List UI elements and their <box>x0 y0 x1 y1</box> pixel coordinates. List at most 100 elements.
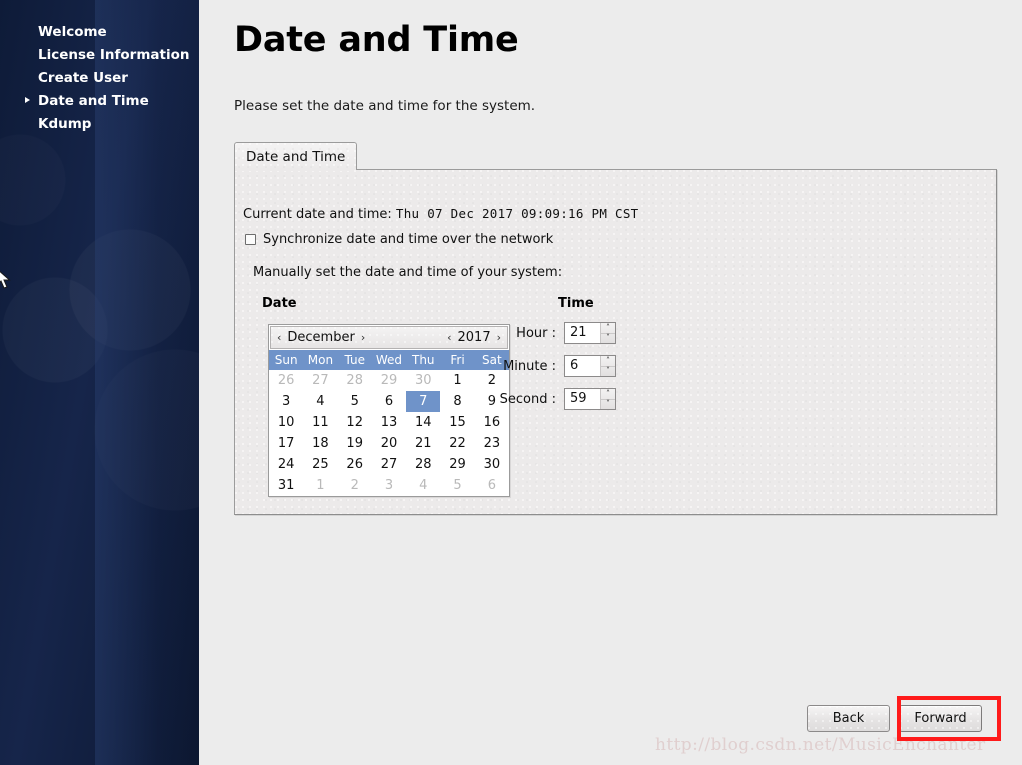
calendar-day[interactable]: 21 <box>406 433 440 454</box>
calendar-day-selected[interactable]: 7 <box>406 391 441 412</box>
calendar-day[interactable]: 4 <box>406 475 440 496</box>
sidebar-item-date-and-time[interactable]: Date and Time <box>0 90 199 113</box>
sync-network-checkbox[interactable] <box>245 234 256 245</box>
calendar-day[interactable]: 20 <box>372 433 406 454</box>
calendar-day[interactable]: 23 <box>475 433 509 454</box>
hour-input[interactable]: 21 <box>565 323 601 343</box>
second-stepper[interactable]: 59 ˄ ˅ <box>564 388 616 410</box>
minute-stepper[interactable]: 6 ˄ ˅ <box>564 355 616 377</box>
minute-input[interactable]: 6 <box>565 356 601 376</box>
manual-set-label: Manually set the date and time of your s… <box>253 265 563 280</box>
time-fields: Hour : 21 ˄ ˅ Minute : 6 ˄ ˅ Second: 59… <box>485 322 616 421</box>
calendar-weekday-row: Sun Mon Tue Wed Thu Fri Sat <box>269 350 509 370</box>
installer-screen: Welcome License Information Create User … <box>0 0 1022 765</box>
forward-button-highlight <box>897 696 1001 741</box>
calendar-day[interactable]: 3 <box>372 475 406 496</box>
calendar-day[interactable]: 18 <box>303 433 337 454</box>
sync-network-row[interactable]: Synchronize date and time over the netwo… <box>245 232 553 247</box>
calendar-day[interactable]: 3 <box>269 391 303 412</box>
current-datetime-value: Thu 07 Dec 2017 09:09:16 PM CST <box>395 206 639 221</box>
tab-panel-group: Date and Time Current date and time: Thu… <box>234 142 997 515</box>
calendar-grid[interactable]: Sun Mon Tue Wed Thu Fri Sat 26 27 28 29 30 1 2 3 4 5 6 7 8… <box>269 350 509 496</box>
sidebar-item-license-information[interactable]: License Information <box>0 44 199 67</box>
calendar-day[interactable]: 30 <box>406 370 440 391</box>
calendar-day[interactable]: 22 <box>440 433 474 454</box>
calendar-day[interactable]: 29 <box>372 370 406 391</box>
calendar-day[interactable]: 5 <box>338 391 372 412</box>
calendar-day[interactable]: 1 <box>440 370 474 391</box>
calendar-day[interactable]: 24 <box>269 454 303 475</box>
second-label: Second : <box>499 391 556 407</box>
second-input[interactable]: 59 <box>565 389 601 409</box>
calendar-day[interactable]: 17 <box>269 433 303 454</box>
hour-increment-icon[interactable]: ˄ <box>601 323 615 334</box>
calendar-day[interactable]: 26 <box>338 454 372 475</box>
calendar-day[interactable]: 15 <box>440 412 474 433</box>
second-row: Second : 59 ˄ ˅ <box>485 388 616 410</box>
sidebar: Welcome License Information Create User … <box>0 0 199 765</box>
calendar-day[interactable]: 27 <box>372 454 406 475</box>
calendar-day[interactable]: 4 <box>303 391 337 412</box>
sidebar-nav: Welcome License Information Create User … <box>0 0 199 136</box>
time-section-label: Time <box>558 296 594 311</box>
calendar-day[interactable]: 2 <box>338 475 372 496</box>
calendar-day[interactable]: 1 <box>303 475 337 496</box>
active-arrow-icon <box>25 97 30 103</box>
tab-date-and-time[interactable]: Date and Time <box>234 142 358 170</box>
minute-decrement-icon[interactable]: ˅ <box>601 367 615 377</box>
calendar-day[interactable]: 31 <box>269 475 303 496</box>
back-button[interactable]: Back <box>807 705 890 732</box>
hour-label: Hour : <box>516 325 556 341</box>
calendar-day[interactable]: 14 <box>406 412 440 433</box>
sidebar-item-label: Create User <box>38 70 128 86</box>
calendar-day[interactable]: 5 <box>440 475 474 496</box>
calendar-day[interactable]: 28 <box>338 370 372 391</box>
second-stepper-buttons: ˄ ˅ <box>601 389 615 409</box>
calendar-day[interactable]: 29 <box>440 454 474 475</box>
calendar-weekday: Mon <box>303 350 338 370</box>
sidebar-item-create-user[interactable]: Create User <box>0 67 199 90</box>
calendar-week-row: 31 1 2 3 4 5 6 <box>269 475 509 496</box>
calendar-day[interactable]: 8 <box>440 391 474 412</box>
sidebar-item-kdump[interactable]: Kdump <box>0 113 199 136</box>
calendar-week-row: 3456789 <box>269 391 509 412</box>
calendar-day[interactable]: 11 <box>303 412 337 433</box>
calendar-day[interactable]: 26 <box>269 370 303 391</box>
second-decrement-icon[interactable]: ˅ <box>601 400 615 410</box>
minute-increment-icon[interactable]: ˄ <box>601 356 615 367</box>
calendar-day[interactable]: 27 <box>303 370 337 391</box>
hour-stepper[interactable]: 21 ˄ ˅ <box>564 322 616 344</box>
calendar-day[interactable]: 19 <box>338 433 372 454</box>
calendar-day[interactable]: 25 <box>303 454 337 475</box>
calendar-day[interactable]: 6 <box>372 391 406 412</box>
calendar-week-row: 26 27 28 29 30 1 2 <box>269 370 509 391</box>
hour-stepper-buttons: ˄ ˅ <box>601 323 615 343</box>
hour-decrement-icon[interactable]: ˅ <box>601 334 615 344</box>
calendar-week-row: 24 25 26 27 28 29 30 <box>269 454 509 475</box>
current-datetime-label: Current date and time: <box>243 207 392 222</box>
calendar-month-nav: ‹ December › <box>277 330 365 345</box>
mouse-cursor-icon <box>0 270 11 289</box>
sync-network-label: Synchronize date and time over the netwo… <box>263 232 554 247</box>
calendar-day[interactable]: 10 <box>269 412 303 433</box>
calendar-day[interactable]: 30 <box>475 454 509 475</box>
main-content: Date and Time Please set the date and ti… <box>199 0 1022 765</box>
calendar-day[interactable]: 6 <box>475 475 509 496</box>
sidebar-item-welcome[interactable]: Welcome <box>0 21 199 44</box>
sidebar-item-label: License Information <box>38 47 190 63</box>
calendar-month-label: December <box>287 330 355 345</box>
minute-label: Minute : <box>503 358 556 374</box>
next-month-icon[interactable]: › <box>361 331 365 344</box>
second-increment-icon[interactable]: ˄ <box>601 389 615 400</box>
date-time-panel: Current date and time: Thu 07 Dec 2017 0… <box>234 169 997 515</box>
prev-month-icon[interactable]: ‹ <box>277 331 281 344</box>
minute-row: Minute : 6 ˄ ˅ <box>485 355 616 377</box>
calendar-body: 26 27 28 29 30 1 2 3 4 5 6 7 8 9 10 11 12 13 14 15 16 17 18 19 2… <box>269 370 509 496</box>
calendar-weekday: Fri <box>440 350 475 370</box>
prev-year-icon[interactable]: ‹ <box>447 331 451 344</box>
calendar-widget[interactable]: ‹ December › ‹ 2017 › Sun Mon Tue Wed Thu Fri… <box>268 324 510 497</box>
calendar-day[interactable]: 12 <box>338 412 372 433</box>
calendar-day[interactable]: 28 <box>406 454 440 475</box>
calendar-day[interactable]: 13 <box>372 412 406 433</box>
sidebar-item-label: Kdump <box>38 116 92 132</box>
